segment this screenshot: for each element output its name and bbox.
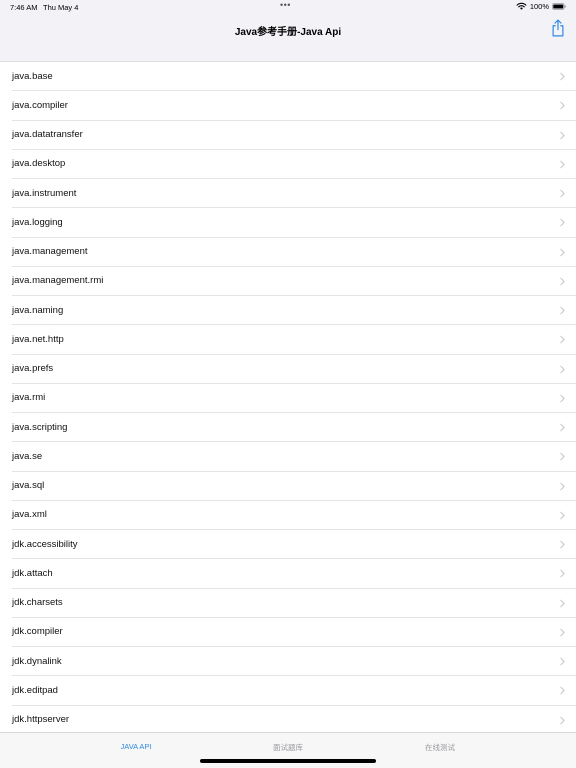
- list-item-label: jdk.editpad: [12, 684, 58, 696]
- chevron-right-icon: [560, 277, 565, 286]
- status-right: 100%: [516, 2, 566, 11]
- list-item-label: java.compiler: [12, 99, 68, 111]
- list-item[interactable]: jdk.compiler: [0, 618, 576, 648]
- list-item[interactable]: java.desktop: [0, 150, 576, 180]
- list-item-label: jdk.charsets: [12, 597, 63, 608]
- list-item[interactable]: java.naming: [0, 296, 576, 326]
- list-item-label: java.prefs: [12, 363, 54, 374]
- battery-icon: [552, 3, 566, 10]
- list-item-label: java.datatransfer: [12, 129, 83, 140]
- multitasking-dots[interactable]: •••: [280, 0, 291, 10]
- chevron-right-icon: [560, 599, 565, 607]
- navigation-bar: Java参考手册-Java Api: [0, 14, 576, 62]
- module-list: java.base java.compiler java.datatransfer j…: [0, 62, 576, 732]
- list-item-label: java.desktop: [12, 158, 66, 170]
- list-item[interactable]: jdk.accessibility: [0, 530, 576, 560]
- list-item[interactable]: java.prefs: [0, 355, 576, 385]
- list-item-label: java.se: [12, 450, 43, 462]
- chevron-right-icon: [560, 189, 565, 198]
- list-item[interactable]: java.datatransfer: [0, 121, 576, 151]
- list-item-label: jdk.accessibility: [12, 538, 78, 550]
- list-item-label: java.rmi: [12, 392, 46, 404]
- list-item[interactable]: java.net.http: [0, 325, 576, 355]
- list-item[interactable]: java.xml: [0, 501, 576, 531]
- list-item-label: java.instrument: [12, 187, 77, 199]
- list-item-label: java.naming: [12, 304, 64, 316]
- list-item[interactable]: java.base: [0, 62, 576, 92]
- list-item[interactable]: java.scripting: [0, 413, 576, 443]
- chevron-right-icon: [560, 716, 565, 724]
- list-item-label: jdk.attach: [12, 567, 53, 579]
- list-item-label: java.net.http: [12, 333, 64, 345]
- list-item[interactable]: jdk.charsets: [0, 589, 576, 619]
- list-item[interactable]: java.management.rmi: [0, 267, 576, 297]
- list-item[interactable]: java.sql: [0, 472, 576, 502]
- chevron-right-icon: [560, 306, 565, 315]
- status-date: Thu May 4: [43, 3, 79, 12]
- list-item-label: java.management: [12, 246, 88, 257]
- list-item-label: java.logging: [12, 216, 63, 228]
- list-item-label: java.management.rmi: [12, 275, 104, 287]
- chevron-right-icon: [560, 511, 565, 520]
- wifi-icon: [516, 2, 527, 10]
- chevron-right-icon: [560, 218, 565, 227]
- tab-interview-questions[interactable]: 面试题库: [228, 742, 348, 753]
- chevron-right-icon: [560, 423, 565, 432]
- chevron-right-icon: [560, 628, 565, 637]
- page-title: Java参考手册-Java Api: [234, 27, 342, 38]
- list-item[interactable]: java.se: [0, 442, 576, 472]
- list-item-label: java.sql: [12, 480, 45, 491]
- list-item[interactable]: java.management: [0, 238, 576, 268]
- home-indicator: [200, 759, 376, 763]
- tab-java-api[interactable]: JAVA API: [76, 742, 196, 751]
- chevron-right-icon: [560, 394, 565, 403]
- list-item-label: jdk.dynalink: [12, 655, 62, 667]
- list-item-label: java.base: [12, 70, 53, 82]
- status-time: 7:46 AM: [10, 3, 38, 12]
- chevron-right-icon: [560, 686, 565, 695]
- list-item[interactable]: java.instrument: [0, 179, 576, 209]
- list-item[interactable]: java.logging: [0, 208, 576, 238]
- list-item-label: jdk.httpserver: [12, 714, 70, 725]
- status-bar: 7:46 AM Thu May 4 ••• 100%: [0, 0, 576, 14]
- chevron-right-icon: [560, 335, 565, 344]
- chevron-right-icon: [560, 365, 565, 373]
- chevron-right-icon: [560, 452, 565, 461]
- battery-percent: 100%: [529, 2, 549, 11]
- chevron-right-icon: [560, 101, 565, 110]
- chevron-right-icon: [560, 131, 565, 139]
- chevron-right-icon: [560, 540, 565, 549]
- list-item[interactable]: jdk.editpad: [0, 676, 576, 706]
- share-icon[interactable]: [550, 19, 566, 37]
- chevron-right-icon: [560, 482, 565, 490]
- chevron-right-icon: [560, 569, 565, 578]
- list-item[interactable]: jdk.httpserver: [0, 706, 576, 733]
- list-item-label: jdk.compiler: [12, 626, 63, 638]
- list-item[interactable]: java.compiler: [0, 91, 576, 121]
- list-item-label: java.xml: [12, 509, 47, 521]
- tab-online-test[interactable]: 在线测试: [380, 742, 500, 753]
- list-item[interactable]: jdk.attach: [0, 559, 576, 589]
- chevron-right-icon: [560, 657, 565, 666]
- list-item[interactable]: jdk.dynalink: [0, 647, 576, 677]
- chevron-right-icon: [560, 160, 565, 169]
- list-item[interactable]: java.rmi: [0, 384, 576, 414]
- chevron-right-icon: [560, 248, 565, 256]
- list-item-label: java.scripting: [12, 421, 68, 433]
- chevron-right-icon: [560, 72, 565, 81]
